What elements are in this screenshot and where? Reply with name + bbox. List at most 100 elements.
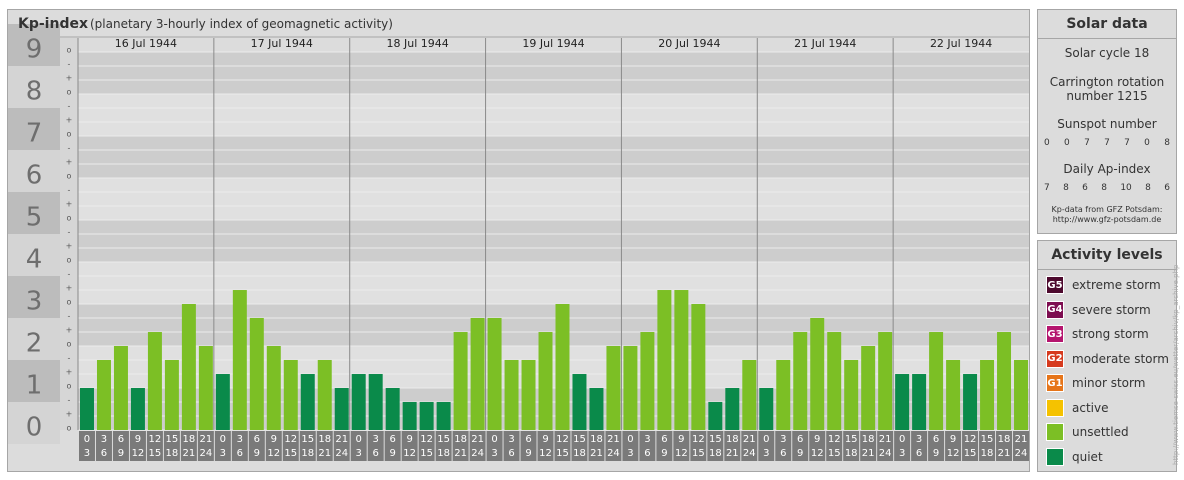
hour-end-label: 24	[1015, 448, 1028, 459]
y-subtick-label: o	[67, 46, 72, 55]
legend-label: severe storm	[1072, 302, 1151, 317]
hour-start-label: 0	[763, 434, 769, 445]
hour-end-label: 18	[709, 448, 722, 459]
legend-swatch: G4	[1046, 300, 1064, 319]
hour-start-label: 3	[237, 434, 243, 445]
kp-bar	[674, 290, 689, 430]
hour-end-label: 15	[556, 448, 569, 459]
day-label: 20 Jul 1944	[658, 37, 720, 50]
legend-swatch: G2	[1046, 349, 1064, 368]
sunspot-value: 8	[1164, 138, 1170, 148]
y-subtick-label: +	[66, 242, 73, 251]
kp-bar	[402, 401, 417, 430]
ap-value: 6	[1164, 183, 1170, 193]
legend-swatch: G5	[1046, 276, 1064, 294]
hour-end-label: 21	[862, 448, 875, 459]
hour-start-label: 12	[556, 434, 569, 445]
kp-bar	[793, 332, 808, 430]
hour-end-label: 18	[845, 448, 858, 459]
hour-start-label: 18	[726, 434, 739, 445]
y-subtick-label: o	[67, 88, 72, 97]
legend-label: minor storm	[1072, 376, 1146, 390]
kp-bar	[130, 388, 145, 430]
y-subtick-label: o	[67, 298, 72, 307]
hour-end-label: 21	[183, 448, 196, 459]
hour-end-label: 24	[335, 448, 348, 459]
kp-bar	[912, 374, 927, 430]
kp-bar	[232, 290, 247, 430]
kp-band	[78, 94, 1029, 136]
kp-bar	[300, 374, 315, 430]
hour-start-label: 0	[84, 434, 90, 445]
hour-end-label: 9	[254, 448, 260, 459]
legend-item: quiet	[1046, 447, 1103, 466]
hour-end-label: 6	[237, 448, 243, 459]
y-tick-label: 5	[26, 203, 43, 233]
y-subtick-label: -	[68, 396, 71, 405]
sunspot-label: Sunspot number	[1057, 117, 1157, 131]
sunspot-values: 0 0 7 7 7 0 8	[1044, 138, 1170, 148]
legend-item: G5 extreme storm	[1046, 276, 1161, 294]
hour-start-label: 18	[318, 434, 331, 445]
kp-bar	[419, 401, 434, 430]
hour-end-label: 15	[420, 448, 433, 459]
hour-start-label: 15	[573, 434, 586, 445]
sunspot-value: 7	[1104, 138, 1110, 148]
hour-start-label: 6	[389, 434, 395, 445]
hour-end-label: 9	[118, 448, 124, 459]
kp-bar	[640, 332, 655, 430]
day-label: 17 Jul 1944	[251, 37, 313, 50]
hour-start-label: 9	[406, 434, 412, 445]
carrington-line-1: Carrington rotation	[1049, 75, 1165, 89]
kp-bar	[521, 359, 536, 430]
day-label: 21 Jul 1944	[794, 37, 856, 50]
hour-start-label: 15	[709, 434, 722, 445]
kp-index-panel: 0 1 2 3 4 5 6 7 8 9 o + - o + - o + - o + - o + - o + - o + - o + - o + - o 16…	[7, 9, 1030, 472]
legend-label: quiet	[1072, 449, 1103, 464]
y-subtick-label: +	[66, 284, 73, 293]
day-label: 18 Jul 1944	[387, 37, 449, 50]
hour-end-label: 12	[267, 448, 280, 459]
sunspot-value: 7	[1124, 138, 1130, 148]
kp-bar	[453, 332, 468, 430]
kp-bar	[895, 374, 910, 430]
y-subtick-label: +	[66, 74, 73, 83]
hour-end-label: 21	[454, 448, 467, 459]
hour-end-label: 12	[947, 448, 960, 459]
kp-bar	[504, 359, 519, 430]
hour-start-label: 0	[627, 434, 633, 445]
y-subtick-label: +	[66, 326, 73, 335]
day-label: 22 Jul 1944	[930, 37, 992, 50]
activity-levels-title: Activity levels	[1051, 247, 1163, 263]
hour-end-label: 6	[373, 448, 379, 459]
hour-start-label: 21	[199, 434, 212, 445]
hour-end-label: 6	[644, 448, 650, 459]
kp-bar	[606, 346, 621, 430]
hour-end-label: 12	[132, 448, 145, 459]
hour-end-label: 6	[508, 448, 514, 459]
hour-end-label: 3	[356, 448, 362, 459]
hour-start-label: 9	[135, 434, 141, 445]
kp-bar	[725, 388, 740, 430]
kp-bar	[351, 374, 366, 430]
hour-start-label: 3	[373, 434, 379, 445]
credit-link[interactable]: http://www.gfz-potsdam.de	[1038, 215, 1176, 225]
y-tick-label: 0	[26, 413, 43, 443]
y-subtick-label: -	[68, 312, 71, 321]
kp-bar	[385, 388, 400, 430]
activity-levels-panel: Activity levels G5 extreme storm G4 severe …	[1037, 240, 1177, 472]
y-subtick-label: o	[67, 256, 72, 265]
hour-end-label: 9	[797, 448, 803, 459]
hour-start-label: 12	[964, 434, 977, 445]
hour-start-label: 15	[845, 434, 858, 445]
hour-end-label: 21	[998, 448, 1011, 459]
kp-bar	[946, 359, 961, 430]
hour-end-label: 18	[981, 448, 994, 459]
y-tick-label: 3	[26, 287, 43, 317]
kp-bar	[657, 290, 672, 430]
kp-bar	[470, 317, 485, 430]
y-tick-label: 1	[26, 371, 43, 401]
kp-bar	[810, 317, 825, 430]
hour-start-label: 15	[437, 434, 450, 445]
credit-line-1: Kp-data from GFZ Potsdam:	[1051, 205, 1163, 214]
